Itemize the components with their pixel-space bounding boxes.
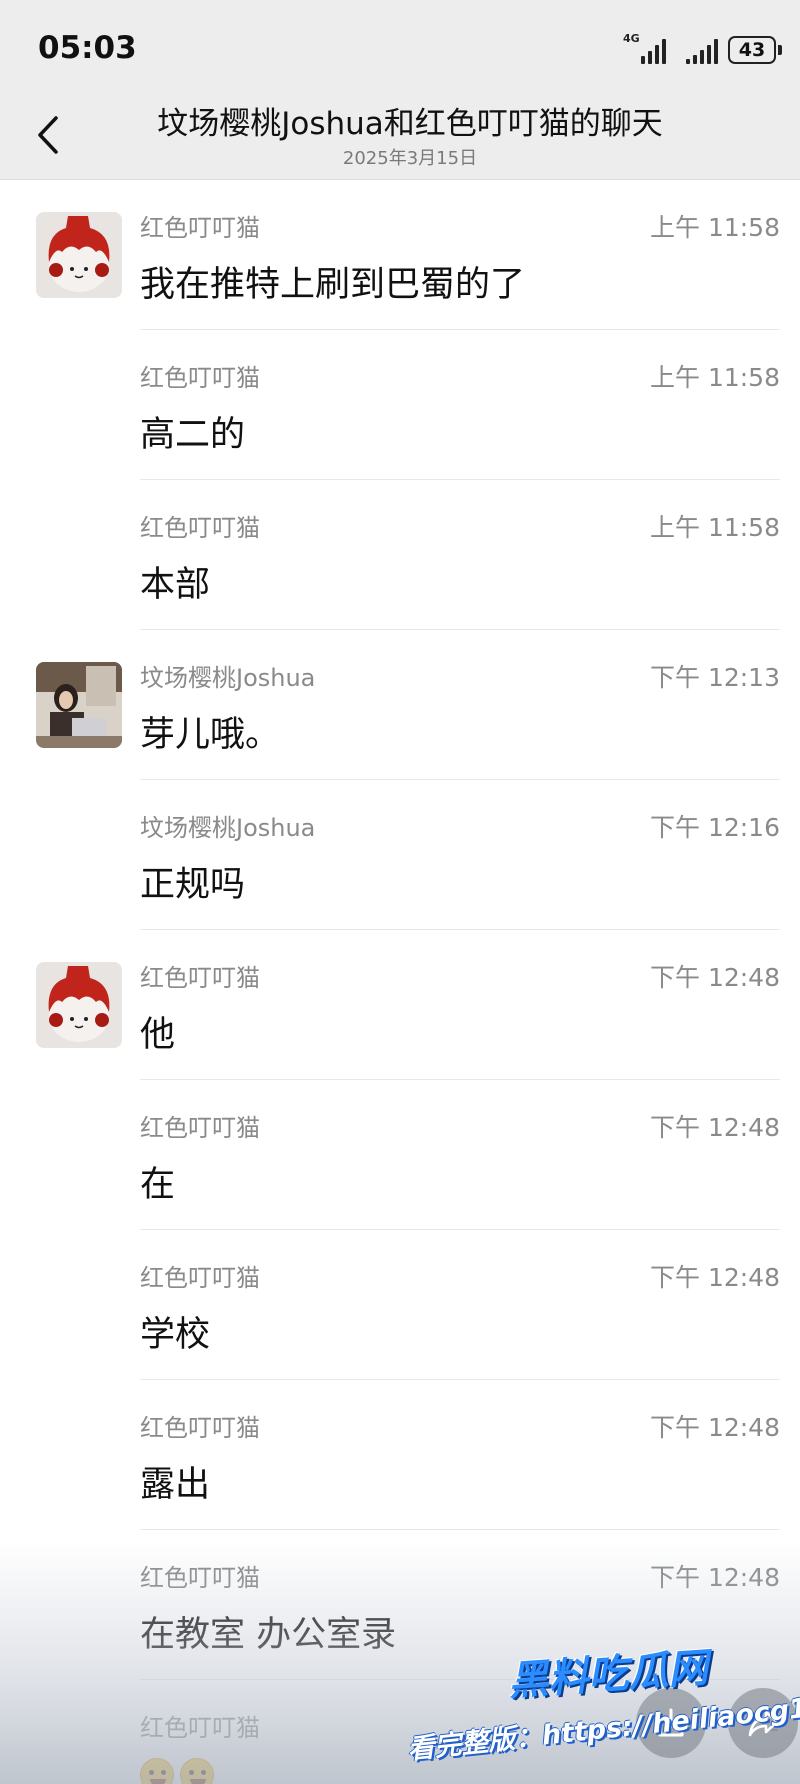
message-time: 下午 12:48	[650, 1113, 780, 1142]
message-item[interactable]: 红色叮叮猫 上午 11:58 高二的	[0, 330, 800, 480]
message-item[interactable]: 红色叮叮猫 下午 12:48 在	[0, 1080, 800, 1230]
message-text: 本部	[140, 565, 211, 605]
message-item[interactable]: 红色叮叮猫 上午 11:58 我在推特上刷到巴蜀的了	[0, 180, 800, 330]
avatar-red-doll[interactable]	[36, 962, 122, 1048]
message-text: 学校	[140, 1315, 211, 1355]
message-text: 芽儿哦。	[140, 715, 281, 755]
status-bar: 05:03 4G 43	[0, 0, 800, 96]
chat-header: 坟场樱桃Joshua和红色叮叮猫的聊天 2025年3月15日	[0, 96, 800, 180]
message-text: 我在推特上刷到巴蜀的了	[140, 265, 526, 305]
laughing-emoji	[140, 1758, 174, 1784]
message-text: 在	[140, 1165, 176, 1205]
message-sender: 坟场樱桃Joshua	[140, 814, 316, 842]
message-item[interactable]: 红色叮叮猫 上午 11:58 本部	[0, 480, 800, 630]
message-text: 在教室 办公室录	[140, 1615, 397, 1655]
message-text: 正规吗	[140, 865, 246, 905]
message-time: 下午 12:48	[650, 963, 780, 992]
message-item[interactable]: 红色叮叮猫 下午 12:48 学校	[0, 1230, 800, 1380]
message-item[interactable]: 坟场樱桃Joshua 下午 12:16 正规吗	[0, 780, 800, 930]
sweat-smile-emoji	[180, 1758, 214, 1784]
message-sender: 红色叮叮猫	[140, 514, 260, 542]
message-sender: 红色叮叮猫	[140, 1564, 260, 1592]
message-time: 下午 12:48	[650, 1413, 780, 1442]
message-sender: 红色叮叮猫	[140, 1114, 260, 1142]
message-time: 下午 12:16	[650, 813, 780, 842]
message-item[interactable]: 红色叮叮猫 下午 12:48 他	[0, 930, 800, 1080]
chat-date: 2025年3月15日	[342, 148, 478, 169]
message-sender: 坟场樱桃Joshua	[140, 664, 316, 692]
chat-title: 坟场樱桃Joshua和红色叮叮猫的聊天	[157, 106, 663, 142]
message-item[interactable]: 红色叮叮猫 下午 12:48 露出	[0, 1380, 800, 1530]
battery-icon: 43	[728, 36, 782, 64]
message-sender: 红色叮叮猫	[140, 1264, 260, 1292]
avatar-red-doll[interactable]	[36, 212, 122, 298]
cellular-signal-2-icon	[680, 38, 718, 64]
status-time: 05:03	[38, 30, 137, 66]
message-sender: 红色叮叮猫	[140, 1714, 260, 1742]
message-time: 下午 12:13	[650, 663, 780, 692]
message-time: 上午 11:58	[650, 363, 780, 392]
message-time: 上午 11:58	[650, 513, 780, 542]
message-time: 下午 12:48	[650, 1263, 780, 1292]
message-sender: 红色叮叮猫	[140, 364, 260, 392]
message-emojis	[140, 1758, 214, 1784]
avatar-photo[interactable]	[36, 662, 122, 748]
message-sender: 红色叮叮猫	[140, 964, 260, 992]
network-type-label: 4G	[623, 32, 640, 45]
message-item[interactable]: 坟场樱桃Joshua 下午 12:13 芽儿哦。	[0, 630, 800, 780]
message-time: 上午 11:58	[650, 213, 780, 242]
message-time: 下午 12:48	[650, 1563, 780, 1592]
message-sender: 红色叮叮猫	[140, 214, 260, 242]
message-list[interactable]: 红色叮叮猫 上午 11:58 我在推特上刷到巴蜀的了 红色叮叮猫 上午 11:5…	[0, 180, 800, 1784]
cellular-signal-icon: 4G	[623, 32, 666, 64]
battery-level: 43	[728, 36, 776, 64]
status-icons: 4G 43	[623, 32, 782, 64]
message-text: 露出	[140, 1465, 211, 1505]
message-text: 他	[140, 1015, 176, 1055]
message-sender: 红色叮叮猫	[140, 1414, 260, 1442]
message-text: 高二的	[140, 415, 246, 455]
